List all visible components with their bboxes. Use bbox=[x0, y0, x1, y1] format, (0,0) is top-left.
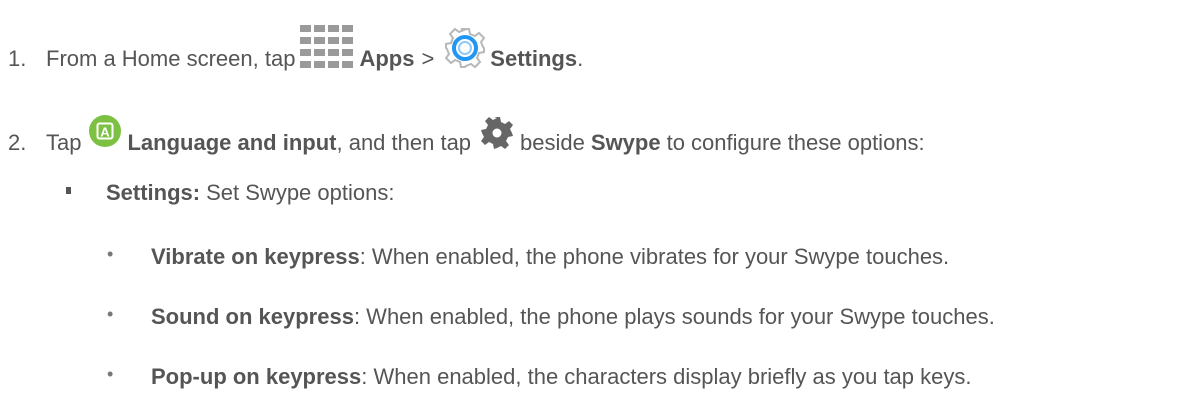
step-text-b: , and then tap bbox=[336, 130, 472, 155]
sub-item-text: : When enabled, the phone vibrates for y… bbox=[359, 244, 950, 269]
sub-item: Vibrate on keypress : When enabled, the … bbox=[151, 246, 949, 268]
gear-icon bbox=[480, 116, 514, 154]
sub-item: Sound on keypress : When enabled, the ph… bbox=[151, 306, 995, 328]
step-text-c: beside bbox=[520, 130, 585, 155]
sub-item-label: Vibrate on keypress bbox=[151, 244, 360, 269]
bullet-label: Settings: bbox=[106, 180, 201, 205]
apps-grid-icon bbox=[298, 25, 356, 73]
settings-gear-icon bbox=[444, 27, 486, 73]
settings-label: Settings bbox=[490, 46, 578, 71]
step-number: 2. bbox=[8, 130, 27, 155]
bullet-settings: Settings: Set Swype options: bbox=[106, 182, 394, 204]
step-2: 2. Tap A Language and input , and then t… bbox=[8, 115, 925, 162]
dot-bullet: • bbox=[107, 304, 114, 324]
apps-label: Apps bbox=[359, 46, 415, 71]
sub-item-label: Pop-up on keypress bbox=[151, 364, 362, 389]
sub-item: Pop-up on keypress : When enabled, the c… bbox=[151, 366, 972, 388]
sub-item-label: Sound on keypress bbox=[151, 304, 354, 329]
language-and-input-label: Language and input bbox=[127, 130, 337, 155]
step-text: From a Home screen, tap bbox=[46, 46, 296, 71]
step-number: 1. bbox=[8, 46, 27, 71]
bullet-text: Set Swype options: bbox=[206, 180, 395, 205]
dot-bullet: • bbox=[107, 364, 114, 384]
sub-item-text: : When enabled, the characters display b… bbox=[361, 364, 972, 389]
swype-label: Swype bbox=[590, 130, 661, 155]
language-input-icon: A bbox=[89, 115, 122, 151]
square-bullet bbox=[66, 187, 71, 194]
step-text-d: to configure these options: bbox=[666, 130, 925, 155]
sub-item-text: : When enabled, the phone plays sounds f… bbox=[353, 304, 995, 329]
dot-bullet: • bbox=[107, 244, 114, 264]
step-text: Tap bbox=[46, 130, 82, 155]
language-icon-letter: A bbox=[101, 125, 111, 140]
separator: > bbox=[421, 46, 435, 71]
step-1: 1. From a Home screen, tap Apps > Settin… bbox=[8, 25, 584, 83]
step-end: . bbox=[577, 46, 584, 71]
